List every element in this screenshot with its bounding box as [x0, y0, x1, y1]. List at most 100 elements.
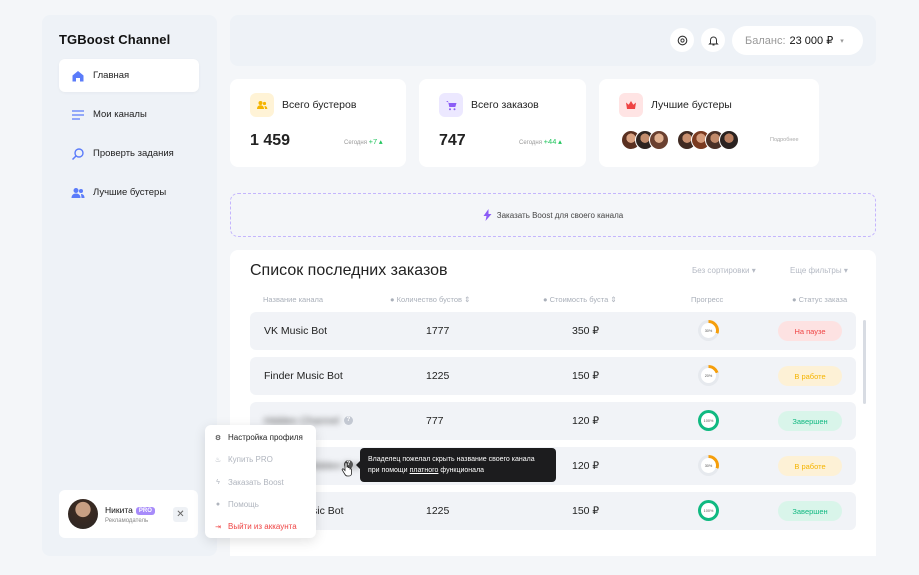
- status-badge: Завершен: [778, 411, 842, 431]
- column-progress: Прогресс: [691, 295, 724, 304]
- boost-cta-label: Заказать Boost для своего канала: [496, 210, 624, 220]
- column-status: ● Статус заказа: [792, 295, 847, 304]
- info-icon: ●: [792, 295, 797, 304]
- balance-label: Баланс:: [745, 34, 786, 47]
- status-badge: В работе: [778, 456, 842, 476]
- tooltip-text: функционала: [440, 467, 485, 474]
- flame-icon: ♨: [214, 456, 222, 464]
- boost-price: 120 ₽: [572, 415, 600, 427]
- arrow-up-icon: ▴: [558, 137, 562, 146]
- avatar: [719, 130, 739, 150]
- bolt-icon: ϟ: [216, 479, 220, 486]
- sort-icon: ⇕: [610, 295, 617, 304]
- sidebar-item-label: Мои каналы: [93, 109, 147, 120]
- logout-icon: ⇥: [215, 523, 221, 531]
- card-value: 747: [439, 132, 466, 149]
- column-boost-price[interactable]: ● Стоимость буста ⇕: [543, 295, 617, 304]
- status-badge: Завершен: [778, 501, 842, 521]
- arrow-up-icon: ▴: [378, 137, 383, 146]
- card-title: Всего заказов: [471, 99, 539, 111]
- sidebar-item-tasks[interactable]: Проверть задания: [59, 137, 199, 170]
- sidebar: TGBoost Channel Главная Мои каналы Прове…: [42, 15, 217, 556]
- user-card[interactable]: Никита PRO Рекламодатель ✕: [59, 490, 198, 538]
- delta-label: Сегодня: [344, 140, 367, 146]
- progress-label: 100%: [701, 413, 716, 428]
- info-icon: ●: [543, 295, 548, 304]
- card-orders: Всего заказов 747 Сегодня +44 ▴: [419, 79, 586, 167]
- menu-item-logout[interactable]: ⇥ Выйти из аккаунта: [214, 522, 297, 531]
- search-icon: [71, 147, 84, 160]
- user-role: Рекламодатель: [105, 518, 149, 524]
- chevron-down-icon: ▾: [840, 37, 844, 45]
- sort-icon: ⇕: [464, 295, 471, 304]
- boost-count: 1777: [426, 325, 450, 337]
- close-icon[interactable]: ✕: [173, 507, 188, 522]
- users-icon: [71, 187, 85, 198]
- scrollbar[interactable]: [863, 320, 866, 404]
- sidebar-item-home[interactable]: Главная: [59, 59, 199, 92]
- column-channel-name[interactable]: Название канала: [263, 295, 323, 304]
- column-label: Количество бустов: [396, 295, 463, 304]
- delta-label: Сегодня: [519, 140, 542, 146]
- tooltip-text: при помощи: [368, 467, 408, 474]
- column-boost-count[interactable]: ● Количество бустов ⇕: [390, 295, 470, 304]
- sidebar-item-label: Главная: [93, 70, 130, 81]
- sort-dropdown[interactable]: Без сортировки ▾: [692, 266, 756, 275]
- table-row[interactable]: Hidden Channel ? 777 120 ₽ 100% Завершен: [250, 402, 856, 440]
- progress-label: 30%: [701, 323, 716, 338]
- list-icon: [72, 109, 84, 120]
- bolt-icon: [483, 209, 492, 221]
- delta-value: +7: [368, 137, 378, 146]
- info-icon[interactable]: ?: [344, 416, 353, 425]
- avatar: [68, 499, 98, 529]
- progress-ring: 100%: [698, 500, 719, 521]
- pro-badge: PRO: [135, 507, 155, 515]
- tooltip-link[interactable]: платного: [410, 467, 439, 474]
- filters-dropdown[interactable]: Еще фильтры ▾: [790, 266, 848, 275]
- sidebar-item-label: Проверть задания: [93, 148, 174, 159]
- channel-name: Finder Music Bot: [264, 370, 343, 382]
- menu-item-buy-pro[interactable]: ♨ Купить PRO: [214, 455, 273, 464]
- chevron-down-icon: ▾: [843, 266, 848, 275]
- menu-item-label: Купить PRO: [228, 455, 273, 464]
- brand-title: TGBoost Channel: [59, 32, 171, 47]
- orders-panel: Список последних заказов Без сортировки …: [230, 250, 876, 556]
- progress-label: 20%: [701, 368, 716, 383]
- help-icon: ●: [215, 501, 221, 508]
- top-bar: Баланс: 23 000 ₽ ▾: [230, 15, 876, 66]
- card-title: Лучшие бустеры: [651, 99, 732, 111]
- sidebar-item-label: Лучшие бустеры: [93, 187, 167, 198]
- tooltip-line-1: Владелец пожелал скрыть название своего …: [368, 456, 535, 463]
- bell-icon[interactable]: [701, 28, 725, 52]
- boost-price: 150 ₽: [572, 370, 600, 382]
- filters-label: Еще фильтры: [790, 266, 842, 275]
- user-name-text: Никита: [105, 505, 133, 515]
- info-icon: ●: [390, 295, 395, 304]
- booster-avatars[interactable]: [621, 130, 739, 150]
- menu-item-profile-settings[interactable]: ⚙ Настройка профиля: [214, 433, 303, 442]
- settings-icon[interactable]: [670, 28, 694, 52]
- channel-name: sic Bot: [312, 505, 344, 517]
- boost-count: 1225: [426, 505, 450, 517]
- sort-label: Без сортировки: [692, 266, 750, 275]
- status-badge: На паузе: [778, 321, 842, 341]
- boost-count: 777: [426, 415, 444, 427]
- table-row[interactable]: Finder Music Bot 1225 150 ₽ 20% В работе: [250, 357, 856, 395]
- table-row[interactable]: sic Bot 1225 150 ₽ 100% Завершен: [250, 492, 856, 530]
- progress-ring: 20%: [698, 365, 719, 386]
- details-link[interactable]: Подробнее: [770, 137, 799, 143]
- column-label: Стоимость буста: [549, 295, 609, 304]
- home-icon: [72, 70, 84, 81]
- menu-item-order-boost[interactable]: ϟ Заказать Boost: [214, 478, 284, 487]
- boost-count: 1225: [426, 370, 450, 382]
- menu-item-help[interactable]: ● Помощь: [214, 500, 259, 509]
- sidebar-item-channels[interactable]: Мои каналы: [59, 98, 199, 131]
- table-row[interactable]: VK Music Bot 1777 350 ₽ 30% На паузе: [250, 312, 856, 350]
- progress-ring: 30%: [698, 455, 719, 476]
- card-title: Всего бустеров: [282, 99, 357, 111]
- user-name: Никита PRO: [105, 505, 155, 515]
- order-boost-button[interactable]: Заказать Boost для своего канала: [230, 193, 876, 237]
- card-value: 1 459: [250, 132, 291, 149]
- sidebar-item-boosters[interactable]: Лучшие бустеры: [59, 176, 199, 209]
- balance-dropdown[interactable]: Баланс: 23 000 ₽ ▾: [732, 26, 863, 55]
